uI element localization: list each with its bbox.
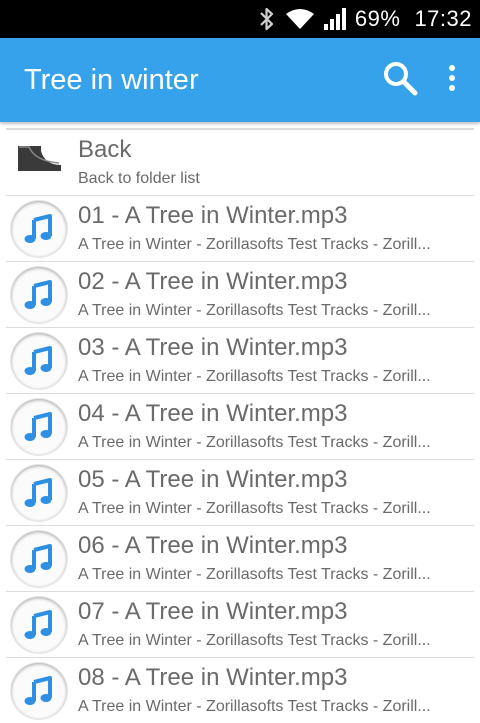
list-item[interactable]: 04 - A Tree in Winter.mp3 A Tree in Wint… [6, 393, 474, 459]
back-item[interactable]: Back Back to folder list [6, 128, 474, 195]
list-item[interactable]: 01 - A Tree in Winter.mp3 A Tree in Wint… [6, 195, 474, 261]
list-item[interactable]: 08 - A Tree in Winter.mp3 A Tree in Wint… [6, 657, 474, 723]
list-item[interactable]: 06 - A Tree in Winter.mp3 A Tree in Wint… [6, 525, 474, 591]
track-title: 04 - A Tree in Winter.mp3 [78, 399, 348, 427]
search-button[interactable] [370, 50, 430, 110]
overflow-menu-button[interactable] [430, 50, 474, 110]
track-subtitle: A Tree in Winter - Zorillasofts Test Tra… [78, 565, 431, 583]
search-icon [381, 59, 419, 102]
back-item-title: Back [78, 135, 132, 163]
list-item[interactable]: 02 - A Tree in Winter.mp3 A Tree in Wint… [6, 261, 474, 327]
track-title: 07 - A Tree in Winter.mp3 [78, 597, 348, 625]
file-list: Back Back to folder list 01 - A Tree in … [6, 128, 474, 723]
clock: 17:32 [414, 6, 472, 31]
list-item[interactable]: 03 - A Tree in Winter.mp3 A Tree in Wint… [6, 327, 474, 393]
track-subtitle: A Tree in Winter - Zorillasofts Test Tra… [78, 235, 431, 253]
back-item-subtitle: Back to folder list [78, 169, 200, 187]
music-note-icon [11, 596, 67, 653]
bluetooth-icon [257, 6, 277, 32]
app-bar: Tree in winter [0, 38, 480, 122]
signal-icon [323, 7, 347, 31]
music-note-icon [11, 530, 67, 587]
page-title: Tree in winter [24, 63, 199, 96]
overflow-menu-icon [448, 64, 456, 97]
battery-level: 69% [354, 6, 401, 31]
wifi-icon [285, 7, 315, 31]
music-note-icon [11, 398, 67, 455]
music-note-icon [11, 266, 67, 323]
list-item[interactable]: 07 - A Tree in Winter.mp3 A Tree in Wint… [6, 591, 474, 657]
track-title: 02 - A Tree in Winter.mp3 [78, 267, 348, 295]
track-subtitle: A Tree in Winter - Zorillasofts Test Tra… [78, 367, 431, 385]
track-subtitle: A Tree in Winter - Zorillasofts Test Tra… [78, 631, 431, 649]
music-note-icon [11, 332, 67, 389]
track-title: 05 - A Tree in Winter.mp3 [78, 465, 348, 493]
back-arrow-icon [15, 143, 63, 182]
music-note-icon [11, 662, 67, 719]
track-title: 06 - A Tree in Winter.mp3 [78, 531, 348, 559]
list-item[interactable]: 05 - A Tree in Winter.mp3 A Tree in Wint… [6, 459, 474, 525]
music-note-icon [11, 200, 67, 257]
track-title: 01 - A Tree in Winter.mp3 [78, 201, 348, 229]
track-title: 08 - A Tree in Winter.mp3 [78, 663, 348, 691]
track-subtitle: A Tree in Winter - Zorillasofts Test Tra… [78, 697, 431, 715]
track-title: 03 - A Tree in Winter.mp3 [78, 333, 348, 361]
track-subtitle: A Tree in Winter - Zorillasofts Test Tra… [78, 433, 431, 451]
track-subtitle: A Tree in Winter - Zorillasofts Test Tra… [78, 499, 431, 517]
track-subtitle: A Tree in Winter - Zorillasofts Test Tra… [78, 301, 431, 319]
music-note-icon [11, 464, 67, 521]
status-bar: 69% 17:32 [0, 0, 480, 38]
